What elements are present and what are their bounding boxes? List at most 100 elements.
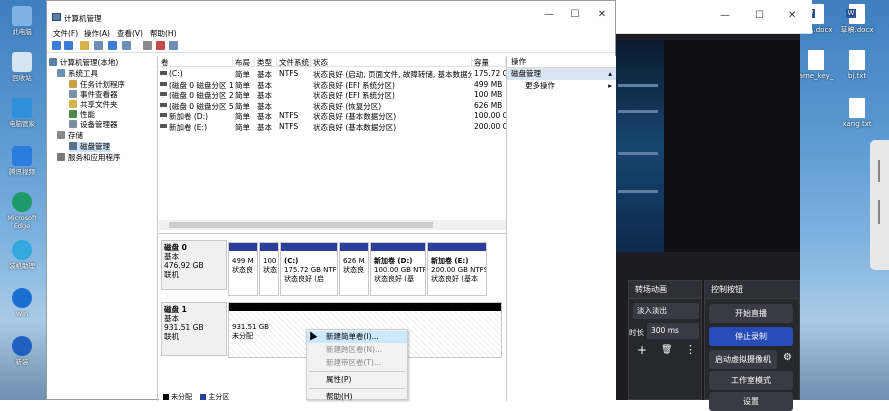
tree-item-device-manager[interactable]: 设备管理器 [69,120,118,130]
col-volume[interactable]: 卷 [159,57,233,67]
close-button[interactable]: ✕ [592,9,612,20]
menu-help[interactable]: 帮助(H) [307,391,407,403]
properties-icon[interactable] [122,41,131,50]
table-row[interactable]: 新加卷 (D:) 简单 基本 NTFS 状态良好 (基本数据分区) 100.00 G [159,110,506,121]
gear-icon[interactable]: ⚙ [783,352,792,363]
studio-mode-button[interactable]: 工作室模式 [709,371,793,390]
desktop-icon-pc-manager[interactable]: 电脑管家 [2,98,42,128]
obs-minimize-button[interactable]: — [720,10,730,21]
disk0-label[interactable]: 磁盘 0 基本 476.92 GB 联机 [161,240,227,290]
connect-icon[interactable] [143,41,152,50]
back-arrow-icon[interactable] [52,41,61,50]
add-transition-icon[interactable]: + [637,343,647,357]
partition-d[interactable]: 新加卷 (D:) 100.00 GB NTF 状态良好 (基 [370,242,426,296]
menu-properties[interactable]: 属性(P) [307,374,407,386]
up-folder-icon[interactable] [80,41,89,50]
table-row[interactable]: (磁盘 0 磁盘分区 2) 简单 基本 状态良好 (EFI 系统分区) 100 MB [159,89,506,100]
menu-file[interactable]: 文件(F) [53,28,78,39]
table-row[interactable]: 新加卷 (E:) 简单 基本 NTFS 状态良好 (基本数据分区) 200.00 G [159,121,506,132]
tree-item-shared-folders[interactable]: 共享文件夹 [69,100,118,110]
table-cell: 175.72 G [474,69,506,78]
slider-track[interactable] [878,160,880,182]
legend-swatch [200,394,207,400]
minimize-button[interactable]: — [539,9,559,20]
tree-item-services-apps[interactable]: 服务和应用程序 [57,153,121,163]
table-cell: 499 MB [474,79,503,89]
preview-line [618,152,658,155]
help-icon[interactable] [108,41,117,50]
partition-disk0-5[interactable]: 626 M 状态良 [339,242,369,296]
desktop-icon-xang-txt[interactable]: xang.txt [834,98,880,128]
settings-button[interactable]: 设置 [709,392,793,411]
tree-root[interactable]: 计算机管理(本地) [49,58,118,68]
table-row[interactable]: (C:) 简单 基本 NTFS 状态良好 (启动, 页面文件, 故障转储, 基本数据分区… [159,68,506,79]
partition-c[interactable]: (C:) 175.72 GB NTF 状态良好 (启 [280,242,338,296]
partition-status: 状态良好 (基 [374,275,414,283]
tree-item-storage[interactable]: 存储 [57,131,83,141]
partition-disk0-1[interactable]: 499 M 状态良 [228,242,258,296]
desktop-icon-bj-txt[interactable]: bj.txt [834,50,880,80]
slider-track[interactable] [878,200,880,224]
stop-record-button[interactable]: 停止录制 [709,327,793,346]
transition-select[interactable]: 淡入淡出 [633,303,699,319]
partition-disk0-2[interactable]: 100 状态 [259,242,279,296]
col-filesystem[interactable]: 文件系统 [277,57,311,67]
desktop-icon-win[interactable]: Win [2,288,42,318]
view-icon[interactable] [169,41,178,50]
table-row[interactable]: (磁盘 0 磁盘分区 5) 简单 基本 状态良好 (恢复分区) 626 MB [159,100,506,111]
menu-view[interactable]: 查看(V) [117,28,143,39]
tree-item-disk-management[interactable]: 磁盘管理 [69,142,110,152]
table-cell: NTFS [279,69,299,78]
start-stream-button[interactable]: 开始直播 [709,304,793,323]
disk-size: 476.92 GB [164,261,204,270]
actions-section-disk-management[interactable]: 磁盘管理 ▴ [507,68,616,80]
duration-input[interactable]: 300 ms [647,323,699,339]
desktop-icon-assistant[interactable]: 装机助理 [2,240,42,270]
more-icon[interactable]: ⋮ [685,343,696,356]
show-hide-tree-icon[interactable] [94,41,103,50]
collapse-icon: ▴ [608,69,612,78]
desktop-icon-edge[interactable]: Microsoft Edge [2,192,42,230]
partition-status: 状态良好 (基本 [431,275,478,283]
col-type[interactable]: 类型 [255,57,277,67]
obs-close-button[interactable]: ✕ [788,10,796,21]
horizontal-scrollbar[interactable] [159,220,506,230]
tree-item-performance[interactable]: 性能 [69,110,95,120]
virtual-cam-button[interactable]: 启动虚拟摄像机 [709,350,777,369]
partition-e[interactable]: 新加卷 (E:) 200.00 GB NTFS 状态良好 (基本 [427,242,487,296]
desktop-icon-new[interactable]: 新装 [2,336,42,366]
legend-swatch [163,394,169,400]
tools-icon [57,69,65,77]
col-capacity[interactable]: 容量 [472,57,506,67]
col-layout[interactable]: 布局 [233,57,255,67]
volume-icon [160,113,167,117]
desktop-icon-recycle-bin[interactable]: 回收站 [2,52,42,82]
folder-icon [69,100,77,108]
tree-item-event-viewer[interactable]: 事件查看器 [69,90,118,100]
tree-item-task-scheduler[interactable]: 任务计划程序 [69,80,125,90]
menu-action[interactable]: 操作(A) [84,28,110,39]
menu-help[interactable]: 帮助(H) [150,28,177,39]
table-cell: 基本 [257,122,272,132]
tree-item-system-tools[interactable]: 系统工具 [57,69,98,79]
menu-new-striped-volume[interactable]: 新建带区卷(T)... [307,357,407,369]
check-icon[interactable] [156,41,165,50]
desktop-icon-draft-docx[interactable]: 草稿.docx [834,4,880,34]
maximize-button[interactable]: ☐ [565,9,585,20]
forward-arrow-icon[interactable] [64,41,73,50]
partition-name: 新加卷 (E:) [431,257,469,265]
navigation-tree: 计算机管理(本地) 系统工具 任务计划程序 事件查看器 共享文件夹 性能 设备管… [47,56,158,401]
col-status[interactable]: 状态 [311,57,472,67]
obs-maximize-button[interactable]: ☐ [755,10,764,21]
desktop-icon-this-pc[interactable]: 此电脑 [2,6,42,36]
preview-line [618,84,658,87]
more-actions[interactable]: 更多操作 ▸ [507,80,616,92]
trash-icon[interactable]: 🗑 [661,345,672,355]
table-row[interactable]: (磁盘 0 磁盘分区 1) 简单 基本 状态良好 (EFI 系统分区) 499 MB [159,79,506,90]
desktop-icon-tencent-video[interactable]: 腾讯视频 [2,146,42,176]
scroll-thumb[interactable] [169,222,433,228]
menu-new-simple-volume[interactable]: 新建简单卷(I)... [307,331,407,343]
services-icon [57,153,65,161]
disk1-label[interactable]: 磁盘 1 基本 931.51 GB 联机 [161,302,227,356]
menu-new-spanned-volume[interactable]: 新建跨区卷(N)... [307,344,407,356]
